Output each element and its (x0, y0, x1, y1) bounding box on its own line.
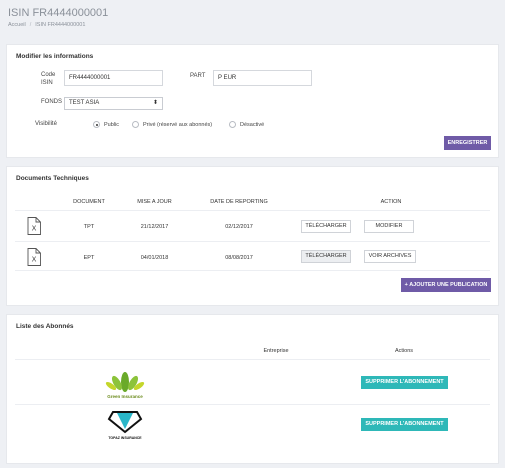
subscribers-title: Liste des Abonnés (16, 323, 74, 330)
breadcrumb: Accueil / ISIN FR4444000001 (8, 22, 85, 28)
col-action: ACTION (380, 199, 402, 205)
fonds-select[interactable]: TEST ASIA ⬍ (64, 97, 163, 110)
visibilite-label: Visibilité (35, 121, 57, 127)
table-divider (15, 359, 490, 360)
col-date-reporting: DATE DE REPORTING (210, 199, 268, 205)
row2-updated: 04/01/2018 (140, 255, 169, 261)
row2-document: EPT (83, 255, 95, 261)
radio-public[interactable]: Public (93, 121, 119, 128)
radio-unchecked-icon (132, 121, 139, 128)
col-actions: Actions (394, 348, 414, 354)
row1-unsubscribe-button[interactable]: SUPPRIMER L'ABONNEMENT (361, 376, 448, 389)
green-insurance-logo-text: Green Insurance (107, 394, 143, 399)
green-insurance-logo: Green Insurance (105, 372, 145, 399)
fonds-select-value: TEST ASIA (69, 100, 100, 106)
row1-modify-button[interactable]: MODIFIER (364, 220, 414, 233)
radio-prive[interactable]: Privé (réservé aux abonnés) (132, 121, 212, 128)
radio-desactive[interactable]: Désactivé (229, 121, 264, 128)
row2-archives-button[interactable]: VOIR ARCHIVES (364, 250, 416, 263)
row1-download-button[interactable]: TÉLÉCHARGER (301, 220, 351, 233)
excel-file-icon: X (27, 217, 41, 235)
table-divider (15, 404, 490, 405)
svg-text:X: X (32, 225, 37, 233)
part-label: PART (190, 73, 206, 79)
table-divider (15, 270, 490, 271)
radio-desactive-label: Désactivé (240, 121, 265, 128)
form-title: Modifier les informations (16, 53, 94, 60)
code-isin-field[interactable]: FR4444000001 (64, 70, 163, 86)
part-field[interactable]: P EUR (213, 70, 312, 86)
add-publication-button[interactable]: + AJOUTER UNE PUBLICATION (401, 278, 491, 292)
chevron-updown-icon: ⬍ (152, 100, 158, 106)
row2-reporting: 08/08/2017 (225, 255, 253, 261)
row1-reporting: 02/12/2017 (225, 224, 253, 230)
breadcrumb-separator: / (29, 22, 32, 28)
topaz-insurance-logo-text: TOPAZ INSURANCE (108, 436, 142, 440)
page-title: ISIN FR4444000001 (8, 7, 109, 19)
row2-download-button[interactable]: TÉLÉCHARGER (301, 250, 351, 263)
topaz-insurance-logo: TOPAZ INSURANCE (107, 411, 142, 440)
info-form-panel: Modifier les informations Code ISIN FR44… (6, 44, 499, 158)
save-button[interactable]: ENREGISTRER (444, 136, 491, 150)
col-mise-a-jour: MISE A JOUR (137, 199, 172, 205)
excel-file-icon: X (27, 248, 41, 266)
radio-checked-icon (93, 121, 100, 128)
table-divider (15, 241, 490, 242)
code-isin-label: Code ISIN (41, 72, 56, 86)
fonds-label: FONDS (41, 99, 62, 105)
documents-panel: Documents Techniques DOCUMENT MISE A JOU… (6, 166, 499, 306)
breadcrumb-current: ISIN FR4444000001 (35, 22, 86, 28)
row2-unsubscribe-button[interactable]: SUPPRIMER L'ABONNEMENT (361, 418, 448, 431)
row1-updated: 21/12/2017 (140, 224, 169, 230)
radio-prive-label: Privé (réservé aux abonnés) (143, 121, 213, 128)
radio-public-label: Public (104, 121, 119, 128)
radio-unchecked-icon (229, 121, 236, 128)
svg-text:X: X (32, 256, 37, 264)
col-entreprise: Entreprise (263, 348, 289, 354)
table-divider (15, 210, 490, 211)
documents-title: Documents Techniques (16, 175, 89, 182)
col-document: DOCUMENT (73, 199, 105, 205)
row1-document: TPT (83, 224, 95, 230)
subscribers-panel: Liste des Abonnés Entreprise Actions Gre… (6, 314, 499, 464)
breadcrumb-home[interactable]: Accueil (8, 22, 26, 28)
